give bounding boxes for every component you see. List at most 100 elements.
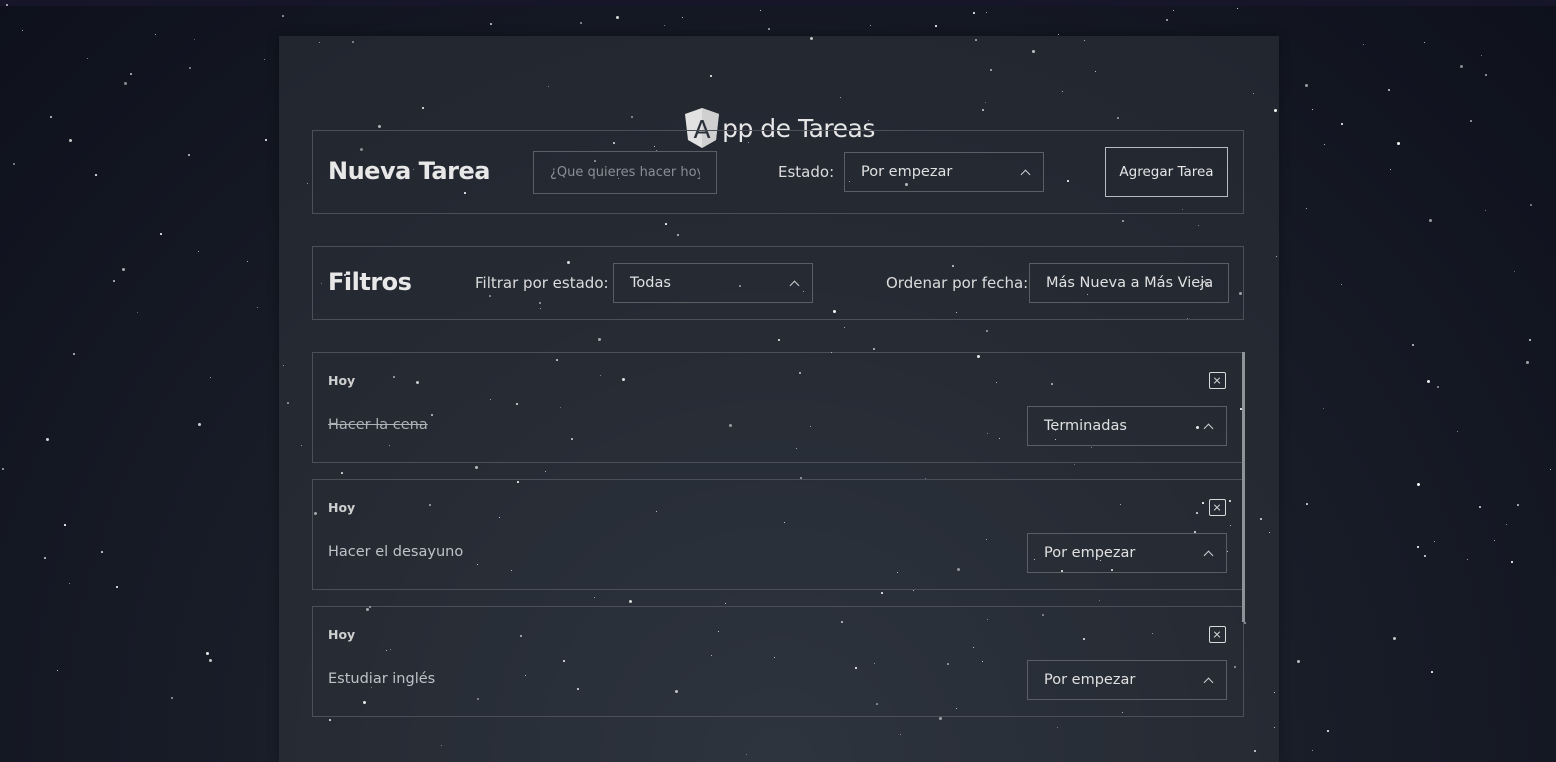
- star: [265, 139, 267, 141]
- star: [1323, 408, 1324, 409]
- star: [664, 25, 665, 26]
- star: [1460, 65, 1463, 68]
- star: [189, 67, 191, 69]
- new-task-input[interactable]: [533, 151, 717, 194]
- star: [1341, 284, 1342, 285]
- star: [155, 34, 156, 35]
- star: [682, 17, 683, 18]
- task-status-value: Terminadas: [1044, 418, 1127, 434]
- star: [1470, 120, 1472, 122]
- task-card: Hoy Hacer la cena Terminadas: [312, 352, 1244, 463]
- filters-panel: Filtros Filtrar por estado: Todas Ordena…: [312, 246, 1244, 320]
- star: [194, 39, 195, 40]
- star: [1324, 144, 1325, 145]
- star: [122, 268, 125, 271]
- star: [44, 557, 46, 559]
- star: [1429, 219, 1432, 222]
- chevron-up-icon: [1203, 677, 1214, 688]
- star: [1390, 169, 1391, 170]
- star: [198, 423, 201, 426]
- star: [113, 280, 115, 282]
- star: [1506, 524, 1507, 525]
- task-status-value: Por empezar: [1044, 545, 1136, 561]
- task-date: Hoy: [328, 500, 356, 515]
- star: [1412, 344, 1414, 346]
- star: [1437, 386, 1439, 388]
- task-card: Hoy Estudiar inglés Por empezar: [312, 606, 1244, 717]
- star: [188, 154, 190, 156]
- sort-date-value: Más Nueva a Más Vieja: [1046, 275, 1214, 291]
- star: [1550, 469, 1551, 470]
- star: [1166, 19, 1168, 21]
- star: [171, 697, 173, 699]
- star: [1312, 750, 1313, 751]
- star: [130, 73, 132, 75]
- star: [160, 233, 162, 235]
- star: [1529, 339, 1531, 341]
- star: [116, 586, 118, 588]
- star: [210, 377, 211, 378]
- star: [616, 16, 619, 19]
- chevron-up-icon: [1020, 169, 1031, 180]
- sort-date-label: Ordenar por fecha:: [886, 274, 1029, 292]
- new-task-heading: Nueva Tarea: [328, 157, 490, 185]
- star: [1511, 561, 1513, 563]
- task-status-select[interactable]: Terminadas: [1027, 406, 1227, 446]
- sort-date-select[interactable]: Más Nueva a Más Vieja: [1029, 263, 1229, 303]
- task-name: Estudiar inglés: [328, 671, 436, 687]
- star: [1417, 546, 1419, 548]
- star: [1363, 44, 1364, 45]
- star: [760, 10, 761, 11]
- star: [1305, 84, 1308, 87]
- task-list-scrollbar[interactable]: [1242, 352, 1245, 622]
- star: [1485, 74, 1487, 76]
- star: [198, 251, 199, 252]
- star: [1424, 555, 1426, 557]
- star: [1526, 361, 1529, 364]
- delete-task-icon[interactable]: [1209, 372, 1226, 389]
- app-panel: A pp de Tareas Nueva Tarea Estado: Por e…: [279, 36, 1279, 762]
- star: [87, 58, 88, 59]
- delete-task-icon[interactable]: [1209, 499, 1226, 516]
- star: [935, 25, 937, 27]
- status-select-value: Por empezar: [861, 164, 953, 180]
- chevron-up-icon: [789, 280, 800, 291]
- star: [1485, 210, 1486, 211]
- task-name: Hacer el desayuno: [328, 544, 464, 560]
- star: [1517, 504, 1519, 506]
- new-task-form: Nueva Tarea Estado: Por empezar Agregar …: [312, 130, 1244, 214]
- status-select[interactable]: Por empezar: [844, 152, 1044, 192]
- star: [1481, 55, 1482, 56]
- star: [50, 116, 52, 118]
- star: [64, 524, 66, 526]
- star: [490, 23, 492, 25]
- star: [46, 438, 49, 441]
- star: [1530, 204, 1532, 206]
- task-name: Hacer la cena: [328, 417, 428, 433]
- delete-task-icon[interactable]: [1209, 626, 1226, 643]
- filter-status-select[interactable]: Todas: [613, 263, 813, 303]
- star: [870, 25, 871, 26]
- add-task-button[interactable]: Agregar Tarea: [1105, 147, 1228, 197]
- star: [13, 163, 15, 165]
- star: [247, 261, 248, 262]
- star: [1306, 208, 1307, 209]
- filter-status-label: Filtrar por estado:: [475, 274, 609, 292]
- star: [986, 12, 987, 13]
- status-label: Estado:: [778, 163, 835, 181]
- star: [1514, 271, 1515, 272]
- star: [2, 468, 4, 470]
- star: [1173, 10, 1174, 11]
- star: [257, 307, 258, 308]
- star: [1237, 8, 1238, 9]
- star: [1431, 671, 1433, 673]
- star: [69, 583, 70, 584]
- star: [1312, 109, 1313, 110]
- star: [1341, 123, 1343, 125]
- task-status-select[interactable]: Por empezar: [1027, 660, 1227, 700]
- task-status-select[interactable]: Por empezar: [1027, 533, 1227, 573]
- star: [1457, 431, 1458, 432]
- star: [124, 82, 127, 85]
- star: [1306, 503, 1308, 505]
- star: [57, 670, 58, 671]
